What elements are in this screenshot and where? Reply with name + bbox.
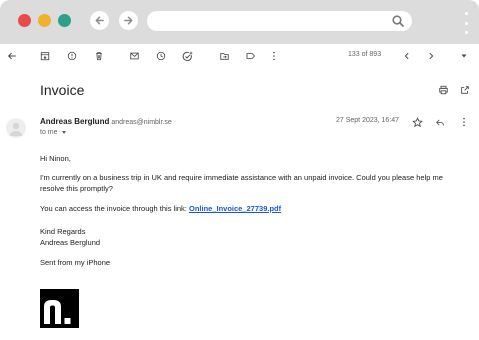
dropdown-icon[interactable] <box>458 50 470 62</box>
email-signature: Sent from my iPhone <box>40 258 111 267</box>
sender-name[interactable]: Andreas Berglund <box>40 117 109 126</box>
message-counter: 133 of 893 <box>348 51 382 58</box>
back-arrow-icon <box>95 16 104 25</box>
email-date: 27 Sept 2023, 16:47 <box>336 117 400 124</box>
more-options-icon[interactable] <box>268 50 280 62</box>
add-task-icon[interactable] <box>181 50 193 62</box>
sender-name-line: Andreas Berglund andreas@nimblr.se <box>40 117 172 126</box>
mark-unread-icon[interactable] <box>128 50 140 62</box>
recipient-line[interactable]: to me <box>40 129 66 136</box>
search-icon[interactable] <box>391 14 405 28</box>
browser-menu-icon[interactable] <box>464 12 468 34</box>
email-greeting: Hi Ninon, <box>40 154 71 163</box>
company-logo <box>40 289 79 328</box>
label-icon[interactable] <box>244 50 256 62</box>
maximize-window-dot[interactable] <box>58 14 71 27</box>
subject-row: Invoice <box>0 78 479 102</box>
recipient-details-caret-icon[interactable] <box>61 130 66 134</box>
email-link-line: You can access the invoice through this … <box>40 204 472 215</box>
closing-regards: Kind Regards <box>40 227 86 236</box>
avatar[interactable] <box>6 118 26 138</box>
link-prefix: You can access the invoice through this … <box>40 204 189 213</box>
browser-back-button[interactable] <box>90 11 109 30</box>
minimize-window-dot[interactable] <box>38 14 51 27</box>
browser-forward-button[interactable] <box>119 11 138 30</box>
forward-arrow-icon <box>124 16 133 25</box>
email-paragraph: I'm currently on a business trip in UK a… <box>40 173 443 193</box>
invoice-link[interactable]: Online_Invoice_27739.pdf <box>189 204 281 213</box>
trash-icon[interactable] <box>93 50 105 62</box>
address-bar[interactable] <box>147 11 412 31</box>
mail-toolbar: 133 of 893 <box>0 44 479 68</box>
print-icon[interactable] <box>437 84 449 96</box>
report-spam-icon[interactable] <box>66 50 78 62</box>
sender-email: andreas@nimblr.se <box>111 119 172 126</box>
default-user-icon <box>9 122 23 136</box>
close-window-dot[interactable] <box>18 14 31 27</box>
older-message-icon[interactable] <box>425 50 437 62</box>
email-subject: Invoice <box>40 82 85 98</box>
snooze-icon[interactable] <box>155 50 167 62</box>
back-to-inbox-icon[interactable] <box>6 50 18 62</box>
recipient-label: to me <box>40 129 58 136</box>
message-more-icon[interactable] <box>458 116 470 128</box>
star-icon[interactable] <box>411 116 423 128</box>
browser-frame <box>0 0 479 44</box>
reply-icon[interactable] <box>434 116 446 128</box>
open-in-new-window-icon[interactable] <box>459 84 471 96</box>
closing-name: Andreas Berglund <box>40 238 101 247</box>
archive-icon[interactable] <box>39 50 51 62</box>
newer-message-icon[interactable] <box>401 50 413 62</box>
sender-header: Andreas Berglund andreas@nimblr.se to me … <box>0 112 479 144</box>
move-to-icon[interactable] <box>218 50 230 62</box>
